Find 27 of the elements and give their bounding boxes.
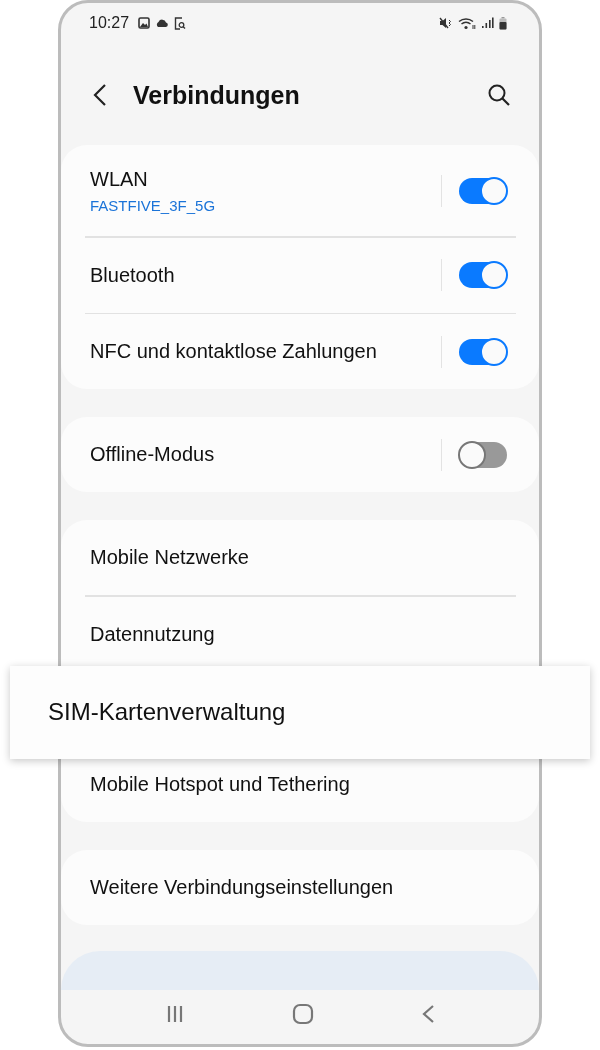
- page-title: Verbindungen: [133, 80, 301, 110]
- setting-value: FASTFIVE_3F_5G: [90, 196, 217, 214]
- search-icon[interactable]: [487, 83, 511, 107]
- status-time: 10:27: [89, 14, 130, 32]
- back-nav-icon[interactable]: [421, 1004, 436, 1024]
- setting-label[interactable]: WLAN: [90, 167, 431, 191]
- setting-label[interactable]: Mobile Hotspot und Tethering: [90, 772, 350, 796]
- toggle-switch[interactable]: [459, 177, 507, 204]
- setting-label[interactable]: Mobile Netzwerke: [90, 546, 249, 569]
- setting-label[interactable]: Datennutzung: [90, 622, 215, 646]
- toggle-switch[interactable]: [459, 262, 507, 288]
- cloud-icon: [155, 18, 170, 28]
- home-icon[interactable]: [292, 1003, 314, 1025]
- setting-label[interactable]: Offline-Modus: [90, 443, 431, 466]
- setting-label[interactable]: NFC und kontaktlose Zahlungen: [90, 340, 431, 363]
- signal-icon: [481, 17, 494, 29]
- gallery-icon: [138, 17, 151, 29]
- mute-icon: [439, 17, 453, 29]
- toggle-switch[interactable]: [459, 338, 507, 365]
- wifi-icon: [458, 16, 476, 30]
- setting-label[interactable]: Weitere Verbindungseinstellungen: [90, 875, 394, 899]
- search-document-icon: [174, 16, 187, 30]
- setting-label[interactable]: Bluetooth: [90, 263, 431, 287]
- back-icon[interactable]: [93, 83, 107, 107]
- toggle-switch[interactable]: [459, 441, 507, 468]
- highlighted-row[interactable]: SIM-Kartenverwaltung: [10, 665, 590, 759]
- battery-icon: [499, 16, 507, 30]
